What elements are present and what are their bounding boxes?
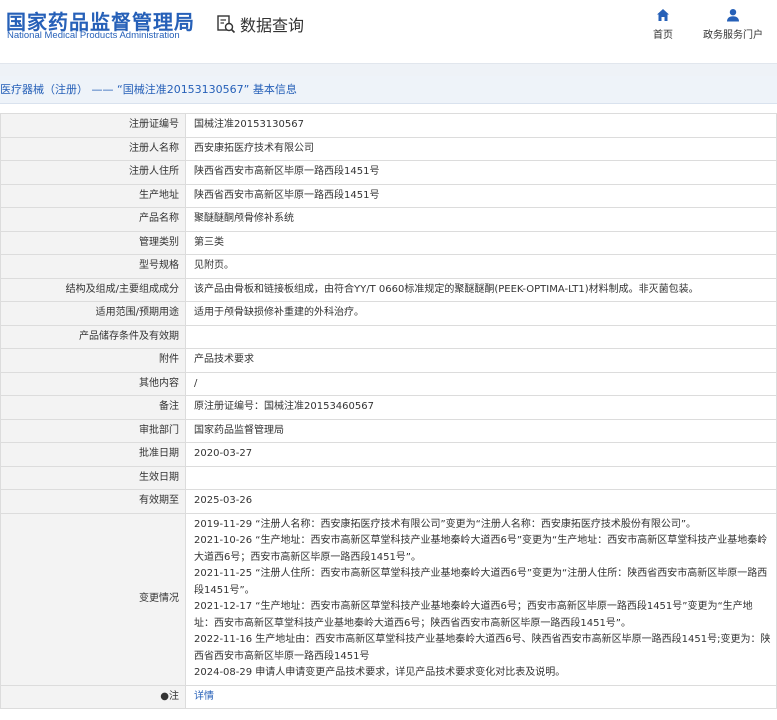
field-label: 产品储存条件及有效期: [0, 324, 186, 349]
site-logo-en[interactable]: National Medical Products Administration: [7, 30, 180, 41]
field-label: 生效日期: [0, 465, 186, 490]
nav-gov-portal-button[interactable]: 政务服务门户: [703, 8, 763, 41]
field-value: [185, 465, 777, 490]
field-value: 第三类: [185, 230, 777, 255]
table-row: 生产地址 陕西省西安市高新区毕原一路西段1451号: [0, 183, 777, 208]
header-divider-band: [0, 63, 777, 76]
field-label: 注册人住所: [0, 160, 186, 185]
field-value: 国家药品监督管理局: [185, 418, 777, 443]
change-history-entry: 2021-11-25 “注册人住所：西安市高新区草堂科技产业基地秦岭大道西6号”…: [194, 568, 768, 596]
change-history-entry: 2024-08-29 申请人申请变更产品技术要求，详见产品技术要求变化对比表及说…: [194, 667, 566, 678]
table-row: 产品储存条件及有效期: [0, 324, 777, 349]
field-label: 生产地址: [0, 183, 186, 208]
table-row: 批准日期 2020-03-27: [0, 442, 777, 467]
change-history-entry: 2019-11-29 “注册人名称：西安康拓医疗技术有限公司”变更为“注册人名称…: [194, 518, 697, 530]
data-query-icon: [217, 15, 236, 34]
site-header: 国家药品监督管理局 National Medical Products Admi…: [0, 0, 777, 62]
field-value: 国械注准20153130567: [185, 113, 777, 138]
field-value: 陕西省西安市高新区毕原一路西段1451号: [185, 160, 777, 185]
change-history-entry: 2021-12-17 “生产地址：西安市高新区草堂科技产业基地秦岭大道西6号；西…: [194, 601, 753, 629]
table-row: 生效日期: [0, 465, 777, 490]
table-row: 附件 产品技术要求: [0, 348, 777, 373]
field-label: 附件: [0, 348, 186, 373]
field-label: 审批部门: [0, 418, 186, 443]
field-value: 陕西省西安市高新区毕原一路西段1451号: [185, 183, 777, 208]
field-label: 结构及组成/主要组成成分: [0, 277, 186, 302]
table-row: 型号规格 见附页。: [0, 254, 777, 279]
device-info-table: 注册证编号 国械注准20153130567 注册人名称 西安康拓医疗技术有限公司 注册人…: [0, 113, 777, 709]
table-row: 其他内容 /: [0, 371, 777, 396]
table-row: 适用范围/预期用途 适用于颅骨缺损修补重建的外科治疗。: [0, 301, 777, 326]
table-row: 产品名称 聚醚醚酮颅骨修补系统: [0, 207, 777, 232]
home-icon: [657, 9, 669, 21]
data-query-label: 数据查询: [240, 16, 305, 35]
details-link[interactable]: 详情: [185, 684, 777, 709]
nav-gov-label: 政务服务门户: [703, 30, 763, 41]
nav-home-button[interactable]: 首页: [633, 8, 693, 41]
change-history: 2019-11-29 “注册人名称：西安康拓医疗技术有限公司”变更为“注册人名称…: [185, 512, 777, 686]
table-row: 审批部门 国家药品监督管理局: [0, 418, 777, 443]
change-history-entry: 2022-11-16 生产地址由：西安市高新区草堂科技产业基地秦岭大道西6号、陕…: [194, 634, 771, 662]
field-value: 适用于颅骨缺损修补重建的外科治疗。: [185, 301, 777, 326]
field-label: 备注: [0, 395, 186, 420]
table-row: 变更情况 2019-11-29 “注册人名称：西安康拓医疗技术有限公司”变更为“注…: [0, 512, 777, 686]
table-row: 注册人住所 陕西省西安市高新区毕原一路西段1451号: [0, 160, 777, 185]
nav-home-label: 首页: [653, 30, 673, 41]
field-label: 适用范围/预期用途: [0, 301, 186, 326]
table-row: 有效期至 2025-03-26: [0, 489, 777, 514]
field-value: 产品技术要求: [185, 348, 777, 373]
field-value: 西安康拓医疗技术有限公司: [185, 136, 777, 161]
table-row: 注册人名称 西安康拓医疗技术有限公司: [0, 136, 777, 161]
field-label: 注册人名称: [0, 136, 186, 161]
field-value: 见附页。: [185, 254, 777, 279]
field-value: 该产品由骨板和链接板组成，由符合YY/T 0660标准规定的聚醚醚酮(PEEK-…: [185, 277, 777, 302]
field-label: 型号规格: [0, 254, 186, 279]
field-label: 批准日期: [0, 442, 186, 467]
table-row: ●注 详情: [0, 684, 777, 709]
field-label: 产品名称: [0, 207, 186, 232]
field-value: 聚醚醚酮颅骨修补系统: [185, 207, 777, 232]
breadcrumb: 医疗器械（注册） —— “国械注准20153130567” 基本信息: [0, 76, 777, 104]
table-row: 管理类别 第三类: [0, 230, 777, 255]
device-info-table-wrap: 注册证编号 国械注准20153130567 注册人名称 西安康拓医疗技术有限公司 注册人…: [0, 113, 777, 709]
table-row: 结构及组成/主要组成成分 该产品由骨板和链接板组成，由符合YY/T 0660标准规…: [0, 277, 777, 302]
field-label: 其他内容: [0, 371, 186, 396]
breadcrumb-text: 医疗器械（注册） —— “国械注准20153130567” 基本信息: [0, 83, 297, 96]
field-label: 注册证编号: [0, 113, 186, 138]
field-value: /: [185, 371, 777, 396]
change-history-entry: 2021-10-26 “生产地址：西安市高新区草堂科技产业基地秦岭大道西6号”变…: [194, 535, 768, 563]
field-label: ●注: [0, 684, 186, 709]
field-value: 原注册证编号：国械注准20153460567: [185, 395, 777, 420]
user-icon: [727, 9, 739, 22]
field-value: [185, 324, 777, 349]
field-value: 2020-03-27: [185, 442, 777, 467]
table-row: 备注 原注册证编号：国械注准20153460567: [0, 395, 777, 420]
field-label: 管理类别: [0, 230, 186, 255]
field-value: 2025-03-26: [185, 489, 777, 514]
field-label: 变更情况: [0, 512, 186, 686]
field-label: 有效期至: [0, 489, 186, 514]
table-row: 注册证编号 国械注准20153130567: [0, 113, 777, 138]
data-query-title[interactable]: 数据查询: [216, 12, 304, 36]
device-info-table-body: 注册证编号 国械注准20153130567 注册人名称 西安康拓医疗技术有限公司 注册人…: [0, 113, 777, 709]
